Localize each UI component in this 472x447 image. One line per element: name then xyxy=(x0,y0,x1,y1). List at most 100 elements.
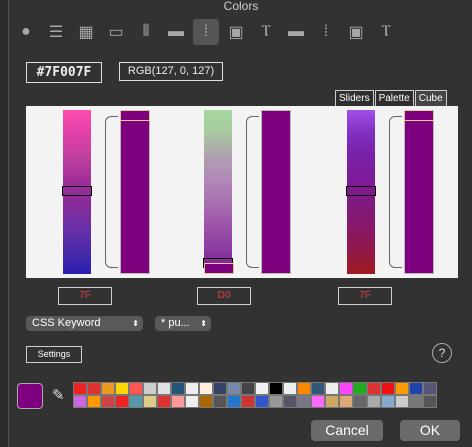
channel-panel xyxy=(26,106,458,278)
color-swatch[interactable] xyxy=(185,395,199,408)
color-swatch[interactable] xyxy=(353,382,367,395)
color-swatch[interactable] xyxy=(213,395,227,408)
color-swatch[interactable] xyxy=(255,395,269,408)
crayons-icon[interactable]: ⦀ xyxy=(133,19,159,45)
color-wheel-icon[interactable]: ● xyxy=(13,19,39,45)
color-swatch[interactable] xyxy=(395,395,409,408)
color-swatch[interactable] xyxy=(325,395,339,408)
color-swatch[interactable] xyxy=(185,382,199,395)
image-icon[interactable]: ▭ xyxy=(103,19,129,45)
color-swatch[interactable] xyxy=(157,382,171,395)
green-gradient-strip[interactable] xyxy=(204,110,232,274)
view-mode-segmented: Sliders Palette Cube xyxy=(334,90,447,107)
window-title: Colors xyxy=(223,0,259,13)
color-swatch[interactable] xyxy=(115,382,129,395)
red-top-marker xyxy=(120,110,150,121)
updown-chevron-icon: ⬍ xyxy=(200,319,207,328)
color-swatch[interactable] xyxy=(87,395,101,408)
swatch-grid xyxy=(73,382,437,408)
blue-top-marker xyxy=(404,110,434,121)
color-swatch[interactable] xyxy=(283,382,297,395)
view-mode-sliders[interactable]: Sliders xyxy=(335,90,374,107)
color-swatch[interactable] xyxy=(227,382,241,395)
color-swatch[interactable] xyxy=(199,382,213,395)
color-name-select[interactable]: * pu... ⬍ xyxy=(155,316,211,331)
color-swatch[interactable] xyxy=(311,382,325,395)
color-swatch[interactable] xyxy=(157,395,171,408)
color-swatch[interactable] xyxy=(129,395,143,408)
text-color-icon-2[interactable]: Ⲧ xyxy=(373,19,399,45)
color-swatch[interactable] xyxy=(353,395,367,408)
color-swatch[interactable] xyxy=(409,395,423,408)
color-swatch[interactable] xyxy=(339,395,353,408)
keyword-select[interactable]: CSS Keyword ⬍ xyxy=(26,316,143,331)
settings-button[interactable]: Settings xyxy=(26,346,82,363)
red-selection-marker[interactable] xyxy=(62,186,92,196)
slider-bar-icon[interactable]: ▬ xyxy=(163,19,189,45)
rgb-value-field[interactable]: RGB(127, 0, 127) xyxy=(119,62,223,81)
image-frame-icon-2[interactable]: ▣ xyxy=(343,19,369,45)
text-color-icon[interactable]: Ⲧ xyxy=(253,19,279,45)
green-value-field[interactable]: D0 xyxy=(197,287,251,305)
color-swatch[interactable] xyxy=(73,395,87,408)
cancel-button[interactable]: Cancel xyxy=(311,420,383,441)
color-swatch[interactable] xyxy=(269,382,283,395)
help-button[interactable]: ? xyxy=(432,343,452,363)
color-swatch[interactable] xyxy=(143,395,157,408)
colors-window: Colors ● ☰ ▦ ▭ ⦀ ▬ ⁞ ▣ Ⲧ ▬ ⁞ ▣ Ⲧ #7F007F RGB(127, 0,… xyxy=(8,0,472,447)
color-swatch[interactable] xyxy=(241,395,255,408)
color-swatch[interactable] xyxy=(297,382,311,395)
color-swatch[interactable] xyxy=(171,382,185,395)
color-swatch[interactable] xyxy=(381,382,395,395)
ok-button[interactable]: OK xyxy=(400,420,460,441)
color-swatch[interactable] xyxy=(255,382,269,395)
color-swatch[interactable] xyxy=(269,395,283,408)
blue-preview-bar xyxy=(404,110,434,274)
hex-value-field[interactable]: #7F007F xyxy=(26,62,102,83)
view-mode-cube[interactable]: Cube xyxy=(414,90,447,107)
color-swatch[interactable] xyxy=(423,395,437,408)
slider-bar-icon-2[interactable]: ▬ xyxy=(283,19,309,45)
palette-grid-icon[interactable]: ▦ xyxy=(73,19,99,45)
color-swatch[interactable] xyxy=(227,395,241,408)
red-range-bracket xyxy=(105,116,118,268)
red-value-field[interactable]: 7F xyxy=(58,287,112,305)
keyword-select-label: CSS Keyword xyxy=(32,317,101,329)
image-frame-icon[interactable]: ▣ xyxy=(223,19,249,45)
eyedropper-icon[interactable]: ✎ xyxy=(52,386,65,404)
color-swatch[interactable] xyxy=(241,382,255,395)
current-color-swatch[interactable] xyxy=(17,383,43,409)
color-name-select-label: * pu... xyxy=(161,317,190,329)
color-swatch[interactable] xyxy=(143,382,157,395)
green-range-bracket xyxy=(246,116,259,268)
green-bottom-marker xyxy=(204,263,234,274)
color-swatch[interactable] xyxy=(213,382,227,395)
color-swatch[interactable] xyxy=(199,395,213,408)
color-swatch[interactable] xyxy=(395,382,409,395)
color-columns-icon-2[interactable]: ⁞ xyxy=(313,19,339,45)
blue-value-field[interactable]: 7F xyxy=(338,287,392,305)
sliders-icon[interactable]: ☰ xyxy=(43,19,69,45)
color-swatch[interactable] xyxy=(171,395,185,408)
color-swatch[interactable] xyxy=(367,395,381,408)
color-swatch[interactable] xyxy=(339,382,353,395)
color-swatch[interactable] xyxy=(101,382,115,395)
color-columns-icon[interactable]: ⁞ xyxy=(193,19,219,45)
color-swatch[interactable] xyxy=(311,395,325,408)
color-swatch[interactable] xyxy=(87,382,101,395)
color-swatch[interactable] xyxy=(367,382,381,395)
color-swatch[interactable] xyxy=(325,382,339,395)
color-swatch[interactable] xyxy=(381,395,395,408)
color-swatch[interactable] xyxy=(423,382,437,395)
color-swatch[interactable] xyxy=(297,395,311,408)
view-mode-palette[interactable]: Palette xyxy=(374,90,414,107)
color-swatch[interactable] xyxy=(409,382,423,395)
color-swatch[interactable] xyxy=(283,395,297,408)
blue-selection-marker[interactable] xyxy=(346,186,376,196)
updown-chevron-icon: ⬍ xyxy=(132,319,139,328)
color-swatch[interactable] xyxy=(73,382,87,395)
color-swatch[interactable] xyxy=(101,395,115,408)
color-swatch[interactable] xyxy=(115,395,129,408)
green-preview-bar xyxy=(261,110,291,274)
color-swatch[interactable] xyxy=(129,382,143,395)
